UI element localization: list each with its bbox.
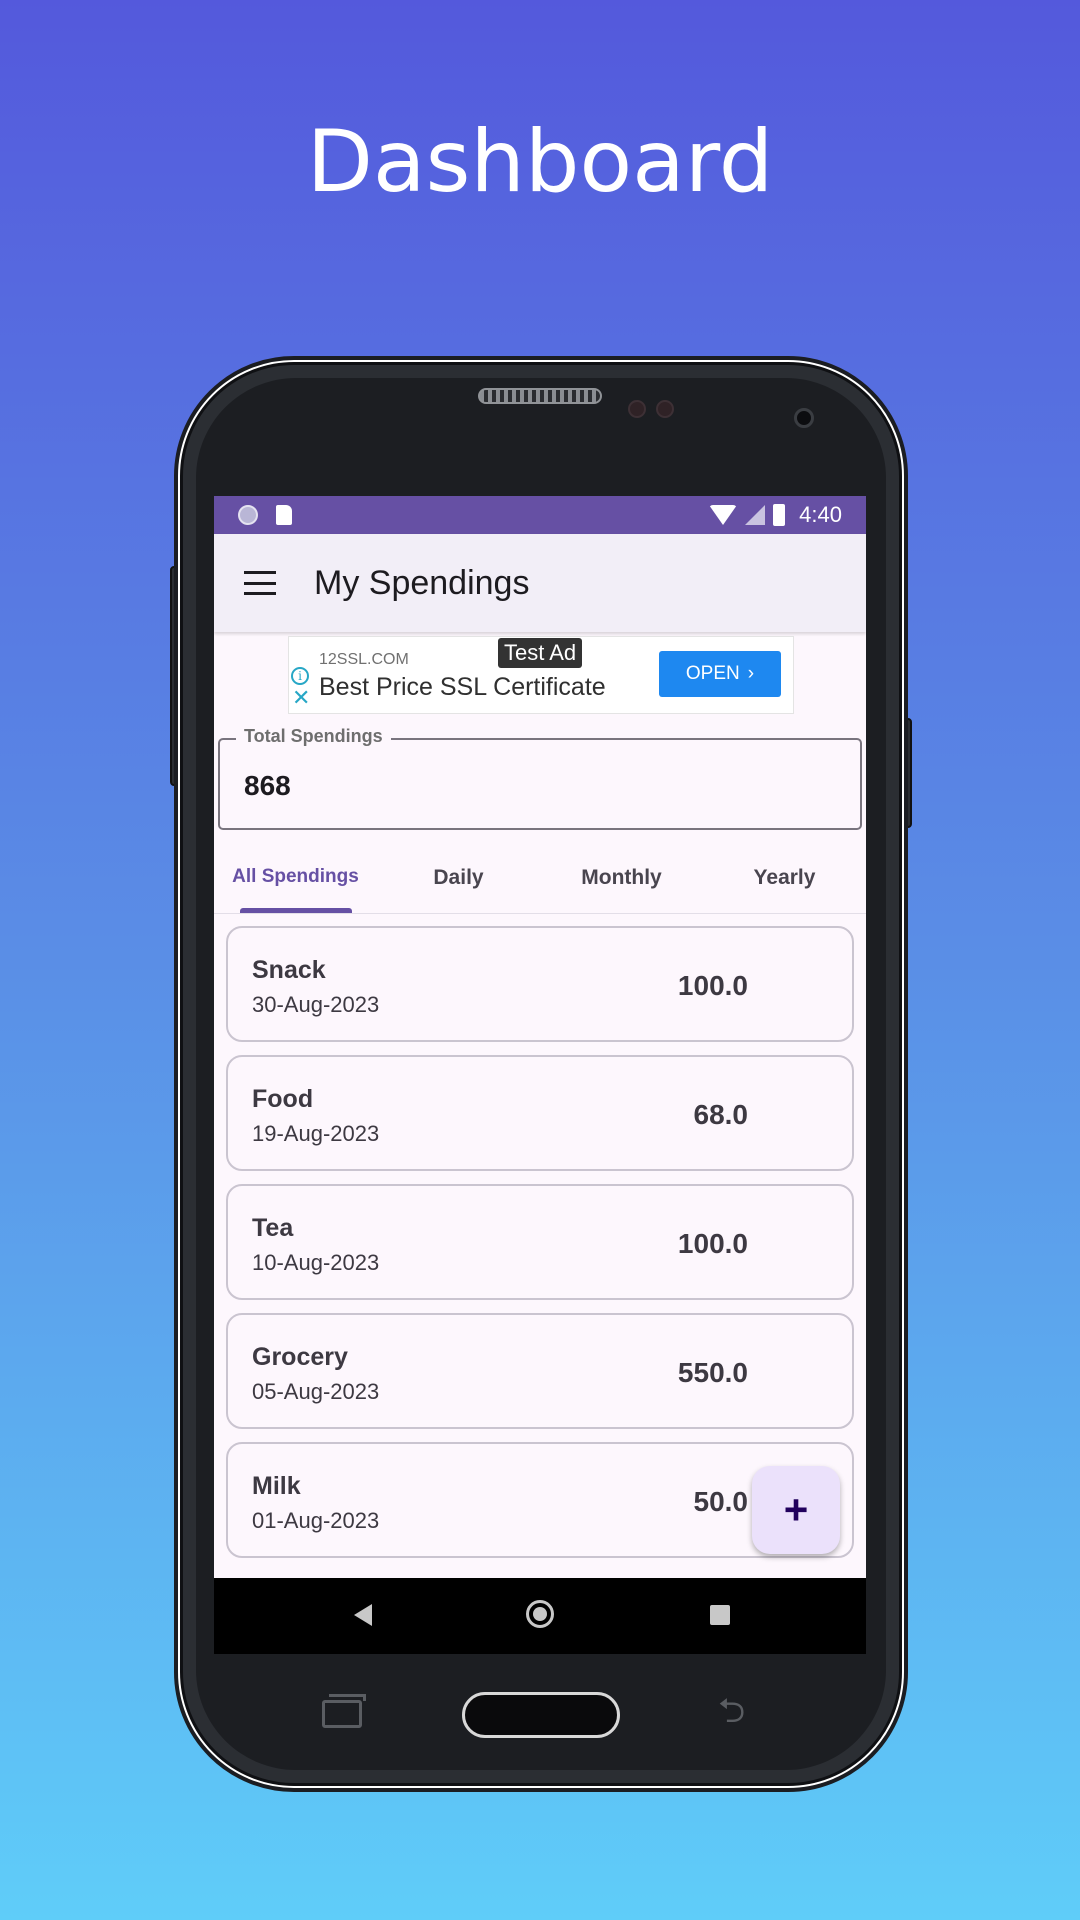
tab-daily-label: Daily (433, 866, 484, 889)
app-screen: 4:40 My Spendings i ✕ 12SSL.COM Best Pri… (214, 496, 866, 1578)
menu-icon[interactable] (244, 571, 276, 595)
app-bar: My Spendings (214, 534, 866, 632)
hardware-home-button (462, 1692, 620, 1738)
status-time: 4:40 (799, 502, 842, 527)
add-icon: + (783, 1486, 809, 1533)
ad-info-icon[interactable]: i (291, 667, 309, 685)
ad-close-icon[interactable]: ✕ (292, 687, 310, 709)
nav-home-icon[interactable] (526, 1600, 554, 1628)
spending-card[interactable]: Food 19-Aug-2023 68.0 (226, 1055, 854, 1171)
spending-amount: 68.0 (693, 1099, 749, 1130)
app-title: My Spendings (314, 563, 530, 602)
total-spendings-field: Total Spendings 868 (218, 726, 862, 830)
notification-icon (238, 505, 258, 525)
spending-amount: 50.0 (693, 1486, 749, 1517)
nav-recents-icon[interactable] (710, 1605, 730, 1625)
nav-back-icon[interactable] (354, 1604, 372, 1626)
chevron-right-icon: › (747, 663, 755, 684)
status-bar: 4:40 (214, 496, 866, 534)
signal-icon (745, 505, 766, 525)
tab-bar: All Spendings Daily Monthly Yearly (214, 848, 866, 914)
spending-date: 01-Aug-2023 (252, 1508, 380, 1533)
spending-amount: 550.0 (677, 1357, 748, 1388)
spending-name: Grocery (252, 1343, 348, 1371)
tab-yearly-label: Yearly (753, 866, 816, 889)
total-spendings-label: Total Spendings (236, 726, 391, 747)
ad-headline[interactable]: Best Price SSL Certificate (319, 673, 606, 702)
total-spendings-value: 868 (244, 770, 291, 801)
spending-name: Milk (252, 1472, 301, 1500)
spending-date: 05-Aug-2023 (252, 1379, 380, 1404)
tab-all-spendings-label: All Spendings (232, 866, 359, 887)
wifi-icon (709, 505, 738, 525)
add-spending-button[interactable]: + (752, 1466, 840, 1554)
tab-monthly-label: Monthly (581, 866, 662, 889)
phone-sensor (656, 400, 674, 418)
spending-name: Snack (252, 956, 326, 984)
battery-icon (773, 504, 786, 526)
test-ad-badge: Test Ad (498, 638, 583, 668)
tab-all-spendings[interactable]: All Spendings (214, 848, 377, 913)
tab-daily[interactable]: Daily (377, 848, 540, 913)
status-indicators: 4:40 (709, 502, 842, 528)
ad-open-button[interactable]: OPEN › (659, 651, 781, 697)
page-headline: Dashboard (306, 112, 774, 212)
spending-card[interactable]: Grocery 05-Aug-2023 550.0 (226, 1313, 854, 1429)
spending-name: Food (252, 1085, 314, 1113)
spending-date: 30-Aug-2023 (252, 992, 380, 1017)
hardware-recents-icon (322, 1694, 366, 1728)
tab-monthly[interactable]: Monthly (540, 848, 703, 913)
phone-speaker (478, 388, 602, 404)
active-tab-indicator (240, 908, 352, 913)
system-nav-bar (214, 1578, 866, 1654)
tab-yearly[interactable]: Yearly (703, 848, 866, 913)
spending-card[interactable]: Snack 30-Aug-2023 100.0 (226, 926, 854, 1042)
ad-domain: 12SSL.COM (319, 651, 409, 668)
spending-amount: 100.0 (677, 970, 748, 1001)
spending-date: 10-Aug-2023 (252, 1250, 380, 1275)
spending-amount: 100.0 (677, 1228, 748, 1259)
spending-card[interactable]: Tea 10-Aug-2023 100.0 (226, 1184, 854, 1300)
spending-name: Tea (252, 1214, 294, 1242)
phone-sensor (628, 400, 646, 418)
phone-camera (794, 408, 814, 428)
spending-date: 19-Aug-2023 (252, 1121, 380, 1146)
hardware-back-icon: ⮌ (718, 1692, 746, 1730)
sd-card-icon (276, 505, 292, 525)
ad-open-label: OPEN (685, 663, 740, 684)
